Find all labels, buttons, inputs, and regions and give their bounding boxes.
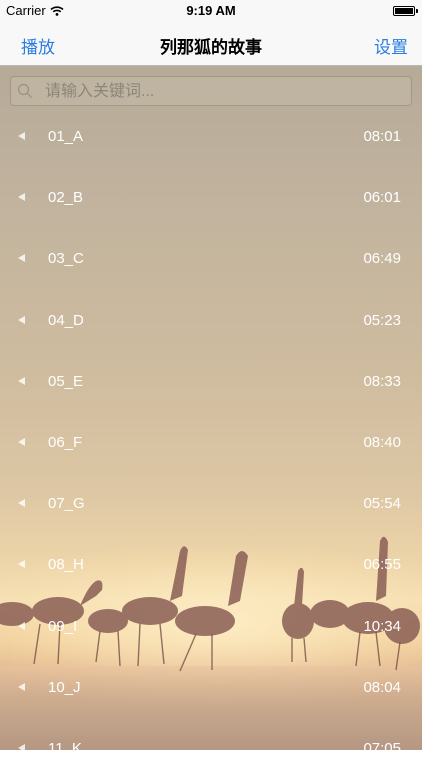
search-input[interactable] xyxy=(43,79,407,105)
play-triangle-icon xyxy=(18,560,25,569)
track-duration: 07:05 xyxy=(363,739,401,757)
list-item[interactable]: 02_B 06:01 xyxy=(0,167,422,228)
status-time: 9:19 AM xyxy=(186,3,236,18)
track-title: 10_J xyxy=(48,678,81,696)
track-title: 03_C xyxy=(48,250,84,268)
search-icon xyxy=(17,83,32,98)
track-duration: 05:54 xyxy=(363,495,401,513)
list-item[interactable]: 07_G 05:54 xyxy=(0,473,422,534)
navigation-bar: 播放 列那狐的故事 设置 xyxy=(0,22,422,66)
track-title: 05_E xyxy=(48,372,84,390)
play-triangle-icon xyxy=(18,621,25,630)
track-title: 11_K xyxy=(48,739,82,757)
list-item[interactable]: 08_H 06:55 xyxy=(0,534,422,595)
track-title: 06_F xyxy=(48,433,83,451)
status-bar: Carrier 9:19 AM xyxy=(0,0,422,22)
list-item[interactable]: 11_K 07:05 xyxy=(0,718,422,779)
track-duration: 08:40 xyxy=(363,433,401,451)
play-triangle-icon xyxy=(18,682,25,691)
page-title: 列那狐的故事 xyxy=(160,38,262,57)
track-title: 07_G xyxy=(48,495,85,513)
track-title: 01_A xyxy=(48,128,84,145)
track-title: 08_H xyxy=(48,556,84,574)
play-triangle-icon xyxy=(18,499,25,508)
battery-tip xyxy=(416,9,418,13)
play-triangle-icon xyxy=(18,376,25,385)
list-item[interactable]: 10_J 08:04 xyxy=(0,657,422,718)
play-triangle-icon xyxy=(18,743,25,752)
track-title: 09_I xyxy=(48,617,78,635)
list-item[interactable]: 04_D 05:23 xyxy=(0,290,422,351)
play-triangle-icon xyxy=(18,315,25,324)
settings-button[interactable]: 设置 xyxy=(374,33,408,58)
track-title: 02_B xyxy=(48,189,84,207)
track-title: 04_D xyxy=(48,311,84,329)
track-duration: 08:33 xyxy=(363,372,401,390)
track-duration: 05:23 xyxy=(363,311,401,329)
track-duration: 06:01 xyxy=(363,189,401,207)
play-triangle-icon xyxy=(18,254,25,263)
play-triangle-icon xyxy=(18,437,25,446)
track-duration: 08:01 xyxy=(363,128,401,145)
track-list: 01_A 08:01 02_B 06:01 03_C 06:49 04_D 05… xyxy=(0,106,422,779)
track-duration: 10:34 xyxy=(363,617,401,635)
list-item[interactable]: 09_I 10:34 xyxy=(0,596,422,657)
track-duration: 06:49 xyxy=(363,250,401,268)
list-item[interactable]: 05_E 08:33 xyxy=(0,351,422,412)
list-item[interactable]: 03_C 06:49 xyxy=(0,228,422,289)
search-bar[interactable] xyxy=(10,76,412,106)
battery-icon xyxy=(393,6,415,16)
list-item[interactable]: 06_F 08:40 xyxy=(0,412,422,473)
track-duration: 06:55 xyxy=(363,556,401,574)
play-triangle-icon xyxy=(18,132,25,140)
track-duration: 08:04 xyxy=(363,678,401,696)
list-item[interactable]: 01_A 08:01 xyxy=(0,106,422,167)
play-triangle-icon xyxy=(18,193,25,202)
